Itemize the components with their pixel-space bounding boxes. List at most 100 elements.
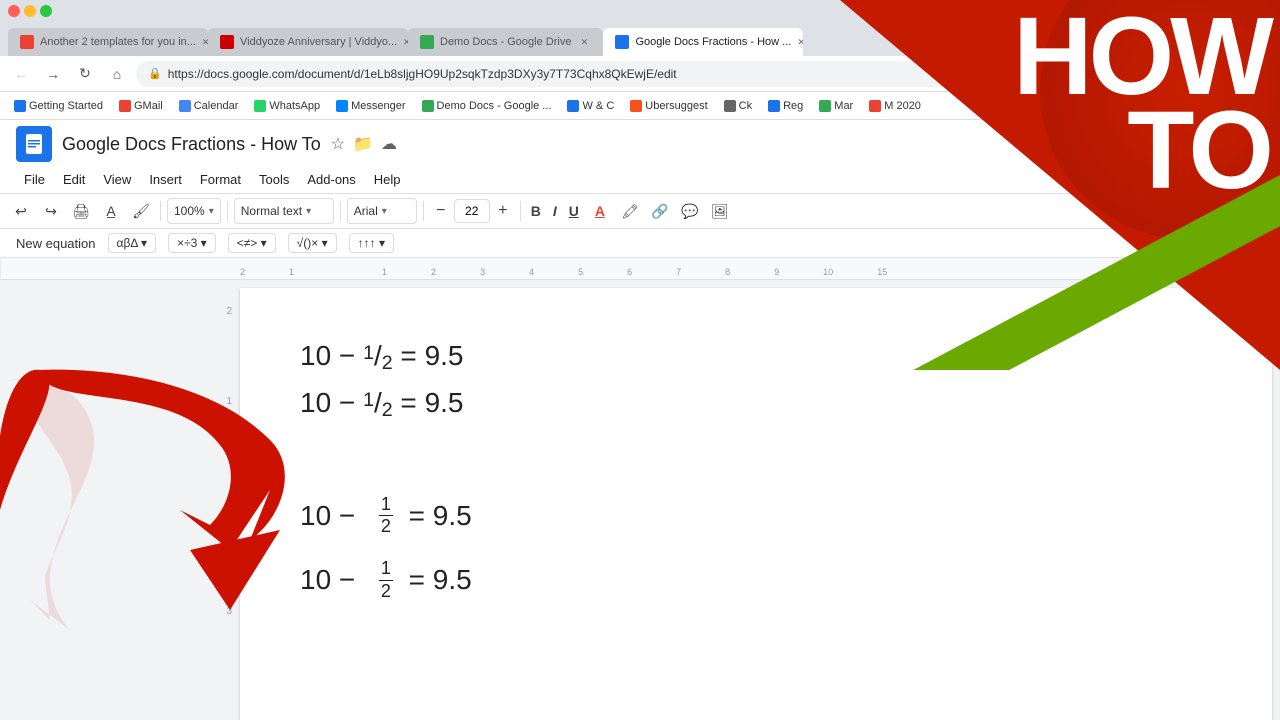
- highlight-button[interactable]: 🖍: [617, 198, 643, 224]
- tab-1[interactable]: Another 2 templates for you in... ✕: [8, 28, 208, 56]
- bookmark-m2020[interactable]: M 2020: [863, 98, 927, 114]
- bookmark-gmail[interactable]: GMail: [113, 98, 169, 114]
- text-color-button[interactable]: A: [587, 198, 613, 224]
- bookmark-whatsapp[interactable]: WhatsApp: [248, 98, 326, 114]
- arrows-btn[interactable]: <≠> ▾: [228, 233, 276, 253]
- bookmark-icon: [768, 100, 780, 112]
- tab-4-label: Google Docs Fractions - How ...: [635, 36, 791, 48]
- relations-btn[interactable]: ×÷3 ▾: [168, 233, 216, 253]
- menu-format[interactable]: Format: [192, 168, 249, 191]
- image-button[interactable]: 🖼: [707, 198, 733, 224]
- line-num-12: [226, 626, 232, 656]
- bookmark-label: Reg: [783, 100, 803, 112]
- menu-addons[interactable]: Add-ons: [299, 168, 363, 191]
- doc-page[interactable]: 10 − 1/2 = 9.5 10 − 1/2 = 9.5 10 − 1 2 =…: [240, 288, 1272, 720]
- home-button[interactable]: ⌂: [104, 61, 130, 87]
- paint-format-button[interactable]: 🖌: [128, 198, 154, 224]
- ruler-mark-5: 5: [578, 267, 583, 277]
- line-num-6: [226, 446, 232, 476]
- print-button[interactable]: 🖨: [68, 198, 94, 224]
- docs-title-row: Google Docs Fractions - How To ☆ 📁 ☁ Las…: [16, 126, 1264, 166]
- style-value: Normal text: [241, 204, 302, 218]
- left-margin: 2 1 2 3 5: [0, 280, 240, 720]
- tab-bar: Another 2 templates for you in... ✕ Vidd…: [0, 22, 1280, 56]
- line-num-2: [226, 326, 232, 356]
- bookmark-icon: [630, 100, 642, 112]
- bookmark-label: WhatsApp: [269, 100, 320, 112]
- separator5: [520, 201, 521, 221]
- redo-button[interactable]: ↪: [38, 198, 64, 224]
- reload-button[interactable]: ↻: [72, 61, 98, 87]
- undo-button[interactable]: ↩: [8, 198, 34, 224]
- underline-button[interactable]: U: [565, 198, 583, 224]
- menu-edit[interactable]: Edit: [55, 168, 93, 191]
- docs-header: Google Docs Fractions - How To ☆ 📁 ☁ Las…: [0, 120, 1280, 193]
- tab-3-close[interactable]: ✕: [577, 35, 591, 49]
- maximize-button[interactable]: [40, 5, 52, 17]
- bookmark-icon: [819, 100, 831, 112]
- bookmark-ubersuggest[interactable]: Ubersuggest: [624, 98, 713, 114]
- menu-view[interactable]: View: [95, 168, 139, 191]
- bookmark-label: W & C: [582, 100, 614, 112]
- tab-4[interactable]: Google Docs Fractions - How ... ✕: [603, 28, 803, 56]
- bookmark-getting-started[interactable]: Getting Started: [8, 98, 109, 114]
- bookmark-messenger[interactable]: Messenger: [330, 98, 411, 114]
- fraction-4-denominator: 2: [379, 581, 393, 603]
- star-icon[interactable]: ☆: [331, 134, 345, 154]
- font-size-decrease[interactable]: −: [430, 200, 452, 222]
- comment-button[interactable]: 💬: [677, 198, 703, 224]
- italic-button[interactable]: I: [549, 198, 561, 224]
- link-button[interactable]: 🔗: [647, 198, 673, 224]
- tab-1-favicon: [20, 35, 34, 49]
- style-select[interactable]: Normal text ▾: [234, 198, 334, 224]
- ruler-mark-15: 15: [877, 267, 887, 277]
- bookmark-icon: [724, 100, 736, 112]
- back-button[interactable]: ←: [8, 61, 34, 87]
- menu-help[interactable]: Help: [366, 168, 409, 191]
- close-button[interactable]: [8, 5, 20, 17]
- bookmark-icon: [869, 100, 881, 112]
- docs-icon: [16, 126, 52, 162]
- tab-3[interactable]: Demo Docs - Google Drive ✕: [408, 28, 603, 56]
- math-line-1: 10 − 1/2 = 9.5: [300, 340, 1212, 375]
- folder-icon[interactable]: 📁: [353, 134, 373, 154]
- font-size-input[interactable]: [454, 199, 490, 223]
- menu-insert[interactable]: Insert: [141, 168, 190, 191]
- line-num-11: 3: [226, 596, 232, 626]
- address-bar[interactable]: 🔒 https://docs.google.com/document/d/1eL…: [136, 61, 1272, 87]
- greek-btn[interactable]: αβΔ ▾: [108, 233, 157, 253]
- operators-btn[interactable]: √()× ▾: [288, 233, 337, 253]
- bold-button[interactable]: B: [527, 198, 545, 224]
- bookmark-demo-docs[interactable]: Demo Docs - Google ...: [416, 98, 558, 114]
- fraction-3-numerator: 1: [379, 494, 393, 517]
- bookmark-wc[interactable]: W & C: [561, 98, 620, 114]
- cloud-icon[interactable]: ☁: [381, 134, 397, 154]
- bookmark-label: Getting Started: [29, 100, 103, 112]
- menu-file[interactable]: File: [16, 168, 53, 191]
- ruler-mark-2: 2: [431, 267, 436, 277]
- bookmark-label: Ck: [739, 100, 752, 112]
- forward-button[interactable]: →: [40, 61, 66, 87]
- font-select[interactable]: Arial ▾: [347, 198, 417, 224]
- line-num-1: 2: [226, 296, 232, 326]
- font-size-increase[interactable]: +: [492, 200, 514, 222]
- bookmark-calendar[interactable]: Calendar: [173, 98, 245, 114]
- tab-2[interactable]: Viddyoze Anniversary | Viddyo... ✕: [208, 28, 408, 56]
- bookmark-icon: [179, 100, 191, 112]
- bookmark-label: Demo Docs - Google ...: [437, 100, 552, 112]
- menu-tools[interactable]: Tools: [251, 168, 297, 191]
- line-num-3: [226, 356, 232, 386]
- bookmark-mar[interactable]: Mar: [813, 98, 859, 114]
- bookmark-icon: [119, 100, 131, 112]
- spellcheck-button[interactable]: A̲: [98, 198, 124, 224]
- ruler-content: 2 1 1 2 3 4 5 6 7 8 9 10 15: [0, 258, 1280, 279]
- bookmark-ck[interactable]: Ck: [718, 98, 758, 114]
- new-equation-btn[interactable]: New equation: [16, 236, 96, 251]
- minimize-button[interactable]: [24, 5, 36, 17]
- zoom-select[interactable]: 100% ▾: [167, 198, 221, 224]
- ruler: 2 1 1 2 3 4 5 6 7 8 9 10 15: [0, 258, 1280, 280]
- bookmark-reg[interactable]: Reg: [762, 98, 809, 114]
- tab-4-close[interactable]: ✕: [797, 35, 803, 49]
- docs-title: Google Docs Fractions - How To: [62, 134, 321, 155]
- symbols-btn[interactable]: ↑↑↑ ▾: [349, 233, 394, 253]
